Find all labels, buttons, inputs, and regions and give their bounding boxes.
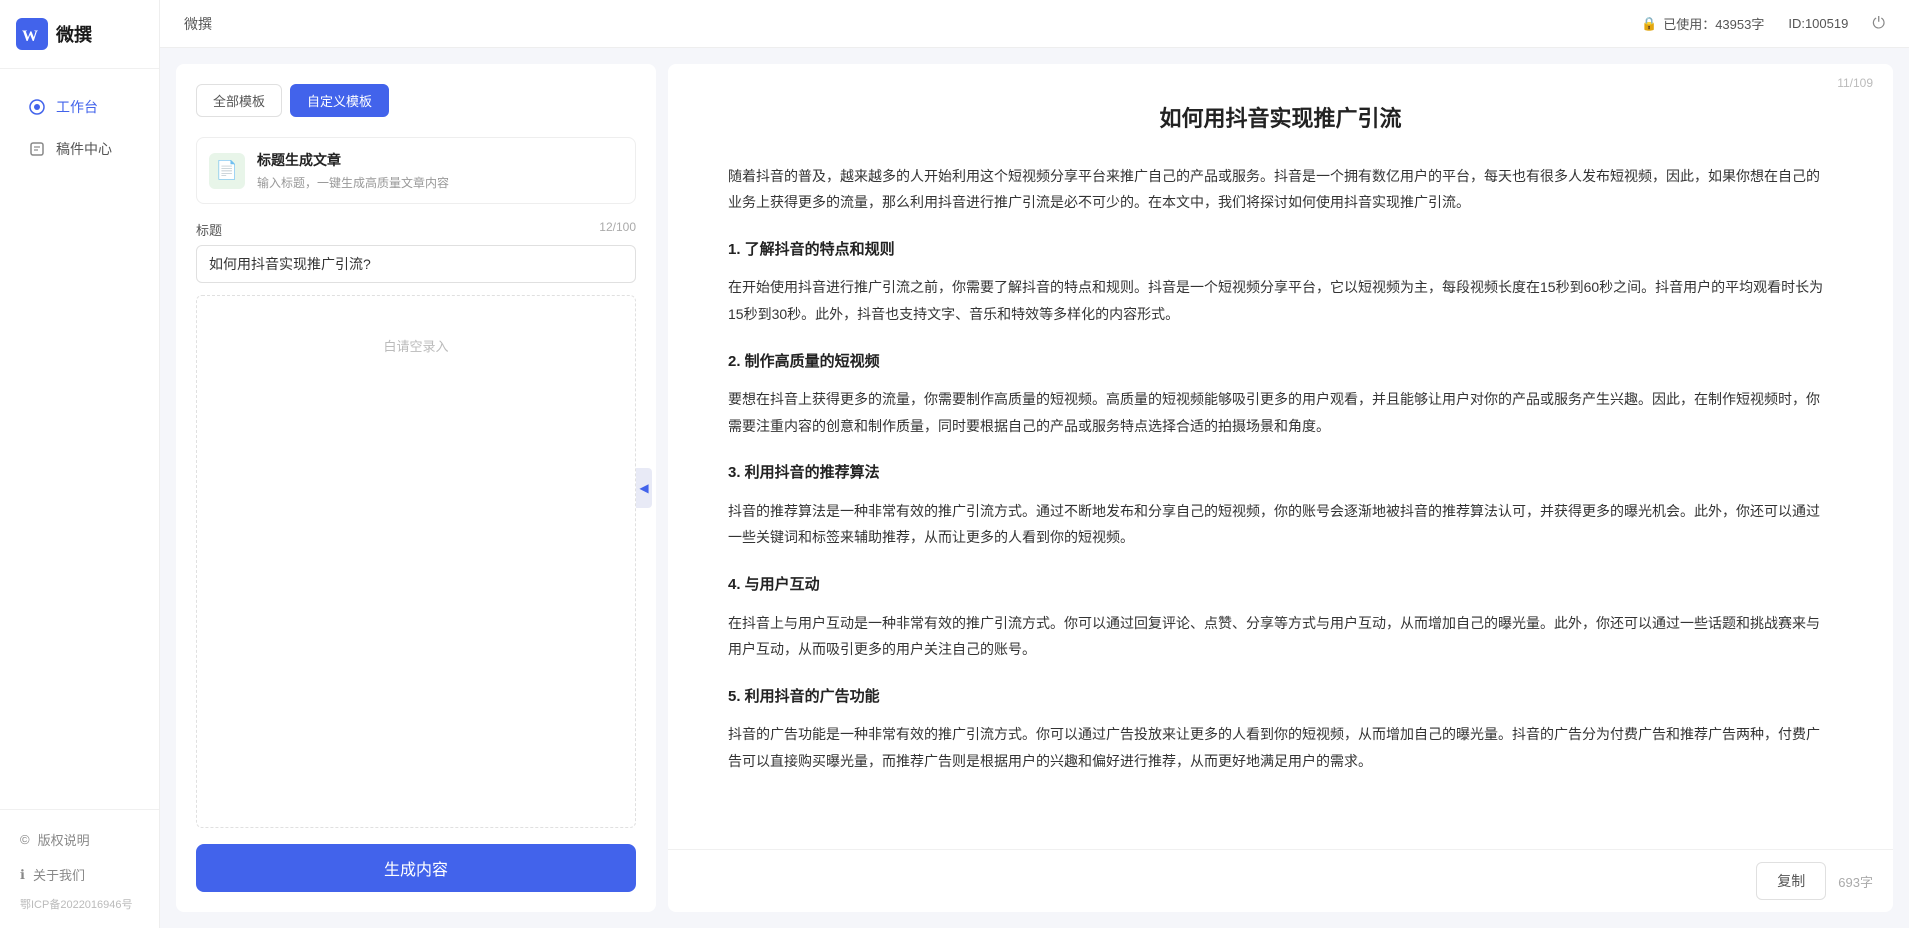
template-card[interactable]: 📄 标题生成文章 输入标题，一键生成高质量文章内容	[196, 137, 636, 204]
sidebar-nav: 工作台 稿件中心	[0, 69, 159, 809]
sidebar-item-workspace[interactable]: 工作台	[8, 87, 151, 127]
generate-button[interactable]: 生成内容	[196, 844, 636, 892]
tab-custom[interactable]: 自定义模板	[290, 84, 389, 117]
usage-icon: 🔒	[1641, 16, 1657, 32]
icp-info: 鄂ICP备2022016946号	[0, 892, 159, 920]
section-para-2: 要想在抖音上获得更多的流量，你需要制作高质量的短视频。高质量的短视频能够吸引更多…	[728, 386, 1833, 439]
preview-footer: 复制 693字	[668, 849, 1893, 912]
page-number: 11/109	[1837, 76, 1873, 90]
section-heading-1: 1. 了解抖音的特点和规则	[728, 236, 1833, 265]
template-card-icon: 📄	[209, 153, 245, 189]
collapse-button[interactable]: ◀	[636, 468, 652, 508]
section-intro: 随着抖音的普及，越来越多的人开始利用这个短视频分享平台来推广自己的产品或服务。抖…	[728, 163, 1833, 216]
section-para-5: 抖音的广告功能是一种非常有效的推广引流方式。你可以通过广告投放来让更多的人看到你…	[728, 721, 1833, 774]
logo-area: W 微撰	[0, 0, 159, 69]
copyright-label: 版权说明	[38, 830, 90, 849]
preview-content[interactable]: 如何用抖音实现推广引流 随着抖音的普及，越来越多的人开始利用这个短视频分享平台来…	[668, 64, 1893, 849]
template-card-title: 标题生成文章	[257, 150, 449, 170]
placeholder-text: 白请空录入	[383, 339, 448, 354]
template-card-info: 标题生成文章 输入标题，一键生成高质量文章内容	[257, 150, 449, 191]
about-label: 关于我们	[33, 865, 85, 884]
section-heading-2: 2. 制作高质量的短视频	[728, 348, 1833, 377]
title-count: 12/100	[599, 220, 636, 239]
copyright-icon: ©	[20, 832, 30, 847]
usage-label: 已使用：43953字	[1663, 14, 1764, 33]
left-panel: 全部模板 自定义模板 📄 标题生成文章 输入标题，一键生成高质量文章内容 标题 …	[176, 64, 656, 912]
main-area: 微撰 🔒 已使用：43953字 ID:100519 ⏻ 全部模板 自定义模板 📄…	[160, 0, 1909, 928]
preview-body: 随着抖音的普及，越来越多的人开始利用这个短视频分享平台来推广自己的产品或服务。抖…	[728, 163, 1833, 775]
title-label-text: 标题	[196, 220, 222, 239]
svg-text:W: W	[22, 28, 38, 45]
topbar-title: 微撰	[184, 14, 212, 34]
topbar: 微撰 🔒 已使用：43953字 ID:100519 ⏻	[160, 0, 1909, 48]
template-tabs: 全部模板 自定义模板	[196, 84, 636, 117]
section-para-4: 在抖音上与用户互动是一种非常有效的推广引流方式。你可以通过回复评论、点赞、分享等…	[728, 610, 1833, 663]
power-icon[interactable]: ⏻	[1872, 15, 1885, 33]
id-info: ID:100519	[1788, 16, 1848, 31]
content-area: 全部模板 自定义模板 📄 标题生成文章 输入标题，一键生成高质量文章内容 标题 …	[160, 48, 1909, 928]
tab-all[interactable]: 全部模板	[196, 84, 282, 117]
workspace-icon	[28, 98, 46, 116]
section-para-3: 抖音的推荐算法是一种非常有效的推广引流方式。通过不断地发布和分享自己的短视频，你…	[728, 498, 1833, 551]
placeholder-area[interactable]: 白请空录入	[196, 295, 636, 828]
drafts-label: 稿件中心	[56, 139, 112, 159]
app-title: 微撰	[56, 21, 92, 47]
about-icon: ℹ	[20, 867, 25, 883]
title-input[interactable]	[196, 245, 636, 283]
section-heading-3: 3. 利用抖音的推荐算法	[728, 459, 1833, 488]
sidebar-bottom: © 版权说明 ℹ 关于我们 鄂ICP备2022016946号	[0, 809, 159, 928]
template-card-desc: 输入标题，一键生成高质量文章内容	[257, 174, 449, 191]
section-para-1: 在开始使用抖音进行推广引流之前，你需要了解抖音的特点和规则。抖音是一个短视频分享…	[728, 274, 1833, 327]
right-panel: 11/109 如何用抖音实现推广引流 随着抖音的普及，越来越多的人开始利用这个短…	[668, 64, 1893, 912]
section-heading-4: 4. 与用户互动	[728, 571, 1833, 600]
sidebar: W 微撰 工作台 稿件中心 ©	[0, 0, 160, 928]
logo-icon: W	[16, 18, 48, 50]
preview-title: 如何用抖音实现推广引流	[728, 104, 1833, 135]
usage-info: 🔒 已使用：43953字	[1641, 14, 1764, 33]
sidebar-item-copyright[interactable]: © 版权说明	[0, 822, 159, 857]
sidebar-item-about[interactable]: ℹ 关于我们	[0, 857, 159, 892]
title-field-label: 标题 12/100	[196, 220, 636, 239]
word-count: 693字	[1838, 872, 1873, 891]
copy-button[interactable]: 复制	[1756, 862, 1826, 900]
form-section: 标题 12/100 白请空录入 生成内容	[196, 220, 636, 892]
sidebar-item-drafts[interactable]: 稿件中心	[8, 129, 151, 169]
topbar-right: 🔒 已使用：43953字 ID:100519 ⏻	[1641, 14, 1885, 33]
drafts-icon	[28, 140, 46, 158]
section-heading-5: 5. 利用抖音的广告功能	[728, 683, 1833, 712]
workspace-label: 工作台	[56, 97, 98, 117]
